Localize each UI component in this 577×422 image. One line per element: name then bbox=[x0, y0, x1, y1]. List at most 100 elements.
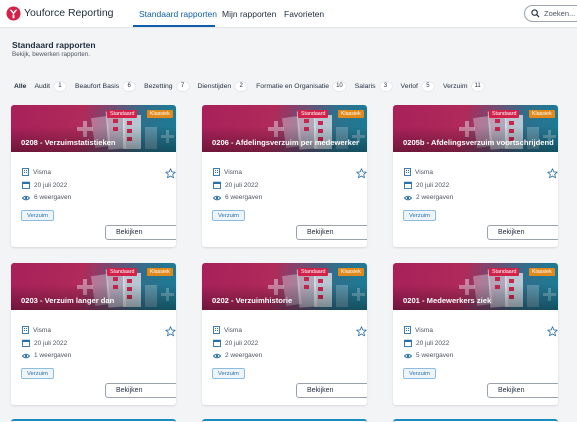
tab-favorieten[interactable]: Favorieten bbox=[284, 9, 324, 19]
favorite-star-icon[interactable] bbox=[165, 326, 176, 337]
badge-standaard: Standaard bbox=[298, 110, 329, 118]
card-banner: Standaard Klassiek 0206 - Afdelingsverzu… bbox=[202, 105, 367, 152]
date-text: 20 juli 2022 bbox=[225, 339, 259, 347]
views-text: 5 weergaven bbox=[416, 352, 454, 359]
report-card[interactable]: Standaard Klassiek 0205b - Afdelingsverz… bbox=[393, 105, 558, 247]
date-text: 20 juli 2022 bbox=[34, 339, 68, 347]
card-publisher: Visma bbox=[213, 326, 242, 334]
badge-standaard: Standaard bbox=[107, 110, 138, 118]
filter-count: 6 bbox=[123, 81, 136, 91]
filter-formatie-en-organisatie[interactable]: Formatie en Organisatie 10 bbox=[256, 81, 346, 91]
card-date: 20 juli 2022 bbox=[22, 181, 67, 189]
page-subtitle: Bekijk, bewerken rapporten. bbox=[12, 51, 91, 58]
card-views: 5 weergaven bbox=[404, 352, 453, 359]
card-banner: Standaard Klassiek 0201 - Medewerkers zi… bbox=[393, 263, 558, 310]
bekijken-button[interactable]: Bekijken bbox=[105, 383, 176, 398]
card-banner: Standaard Klassiek 0208 - Verzuimstatist… bbox=[11, 105, 176, 152]
card-views: 6 weergaven bbox=[22, 194, 71, 201]
filter-label: Dienstijden bbox=[197, 82, 232, 90]
bekijken-button[interactable]: Bekijken bbox=[487, 383, 558, 398]
building-icon bbox=[213, 168, 220, 176]
eye-icon bbox=[22, 353, 30, 358]
filter-alle[interactable]: Alle bbox=[14, 83, 26, 90]
publisher-name: Visma bbox=[33, 326, 51, 334]
views-text: 6 weergaven bbox=[34, 194, 72, 201]
publisher-name: Visma bbox=[33, 168, 51, 176]
report-card[interactable]: Standaard Klassiek 0206 - Afdelingsverzu… bbox=[202, 105, 367, 247]
filter-count: 10 bbox=[333, 81, 346, 91]
card-date: 20 juli 2022 bbox=[404, 181, 449, 189]
search-input[interactable] bbox=[544, 8, 577, 19]
report-card[interactable]: Standaard Klassiek 0201 - Medewerkers zi… bbox=[393, 263, 558, 405]
favorite-star-icon[interactable] bbox=[547, 326, 558, 337]
badge-standaard: Standaard bbox=[298, 268, 329, 276]
bekijken-button[interactable]: Bekijken bbox=[105, 225, 176, 240]
calendar-icon bbox=[404, 181, 412, 189]
card-banner: Standaard Klassiek 0202 - Verzuimhistori… bbox=[202, 263, 367, 310]
category-tag[interactable]: Verzuim bbox=[212, 210, 245, 221]
badge-standaard: Standaard bbox=[489, 268, 520, 276]
card-publisher: Visma bbox=[404, 168, 433, 176]
card-title: 0202 - Verzuimhistorie bbox=[212, 296, 293, 305]
eye-icon bbox=[404, 195, 412, 200]
card-date: 20 juli 2022 bbox=[213, 339, 258, 347]
card-banner: Standaard Klassiek 0205b - Afdelingsverz… bbox=[393, 105, 558, 152]
building-icon bbox=[22, 326, 29, 334]
bekijken-button[interactable]: Bekijken bbox=[296, 383, 367, 398]
category-filters: Alle Audit 1 Beaufort Basis 6 Bezetting 7 D… bbox=[14, 81, 493, 91]
date-text: 20 juli 2022 bbox=[34, 181, 68, 189]
favorite-star-icon[interactable] bbox=[547, 168, 558, 179]
favorite-star-icon[interactable] bbox=[165, 168, 176, 179]
filter-label: Verlof bbox=[400, 82, 418, 90]
views-text: 1 weergaven bbox=[34, 352, 72, 359]
filter-label: Salaris bbox=[354, 82, 376, 90]
card-publisher: Visma bbox=[22, 168, 51, 176]
publisher-name: Visma bbox=[224, 326, 242, 334]
calendar-icon bbox=[22, 181, 30, 189]
category-tag[interactable]: Verzuim bbox=[212, 368, 245, 379]
filter-audit[interactable]: Audit 1 bbox=[34, 81, 66, 91]
active-tab-indicator bbox=[133, 25, 215, 27]
card-banner: Standaard Klassiek 0203 - Verzuim langer… bbox=[11, 263, 176, 310]
top-bar: Youforce Reporting Standaard rapporten M… bbox=[0, 0, 577, 28]
date-text: 20 juli 2022 bbox=[416, 339, 450, 347]
calendar-icon bbox=[22, 339, 30, 347]
category-tag[interactable]: Verzuim bbox=[21, 210, 54, 221]
filter-verlof[interactable]: Verlof 5 bbox=[400, 81, 434, 91]
filter-beaufort-basis[interactable]: Beaufort Basis 6 bbox=[75, 81, 136, 91]
filter-salaris[interactable]: Salaris 3 bbox=[354, 81, 392, 91]
filter-bezetting[interactable]: Bezetting 7 bbox=[144, 81, 189, 91]
category-tag[interactable]: Verzuim bbox=[403, 210, 436, 221]
report-card[interactable]: Standaard Klassiek 0203 - Verzuim langer… bbox=[11, 263, 176, 405]
category-tag[interactable]: Verzuim bbox=[21, 368, 54, 379]
badge-klassiek: Klassiek bbox=[147, 110, 173, 118]
filter-count: 2 bbox=[235, 81, 248, 91]
card-publisher: Visma bbox=[22, 326, 51, 334]
bekijken-button[interactable]: Bekijken bbox=[296, 225, 367, 240]
filter-verzuim[interactable]: Verzuim 11 bbox=[442, 81, 484, 91]
building-icon bbox=[404, 168, 411, 176]
bekijken-button[interactable]: Bekijken bbox=[487, 225, 558, 240]
building-icon bbox=[404, 326, 411, 334]
favorite-star-icon[interactable] bbox=[356, 326, 367, 337]
youforce-logo-icon bbox=[6, 6, 21, 21]
building-icon bbox=[213, 326, 220, 334]
card-date: 20 juli 2022 bbox=[22, 339, 67, 347]
filter-count: 11 bbox=[471, 81, 484, 91]
favorite-star-icon[interactable] bbox=[356, 168, 367, 179]
tab-standaard-rapporten[interactable]: Standaard rapporten bbox=[139, 9, 217, 19]
tab-mijn-rapporten[interactable]: Mijn rapporten bbox=[222, 9, 276, 19]
filter-count: 3 bbox=[379, 81, 392, 91]
category-tag[interactable]: Verzuim bbox=[403, 368, 436, 379]
search-box[interactable] bbox=[524, 5, 577, 22]
calendar-icon bbox=[404, 339, 412, 347]
views-text: 6 weergaven bbox=[225, 194, 263, 201]
filter-label: Bezetting bbox=[144, 82, 173, 90]
eye-icon bbox=[213, 195, 221, 200]
badge-klassiek: Klassiek bbox=[338, 110, 364, 118]
filter-label: Verzuim bbox=[442, 82, 468, 90]
report-card[interactable]: Standaard Klassiek 0202 - Verzuimhistori… bbox=[202, 263, 367, 405]
report-card[interactable]: Standaard Klassiek 0208 - Verzuimstatist… bbox=[11, 105, 176, 247]
card-title: 0201 - Medewerkers ziek bbox=[403, 296, 492, 305]
filter-dienstijden[interactable]: Dienstijden 2 bbox=[197, 81, 248, 91]
